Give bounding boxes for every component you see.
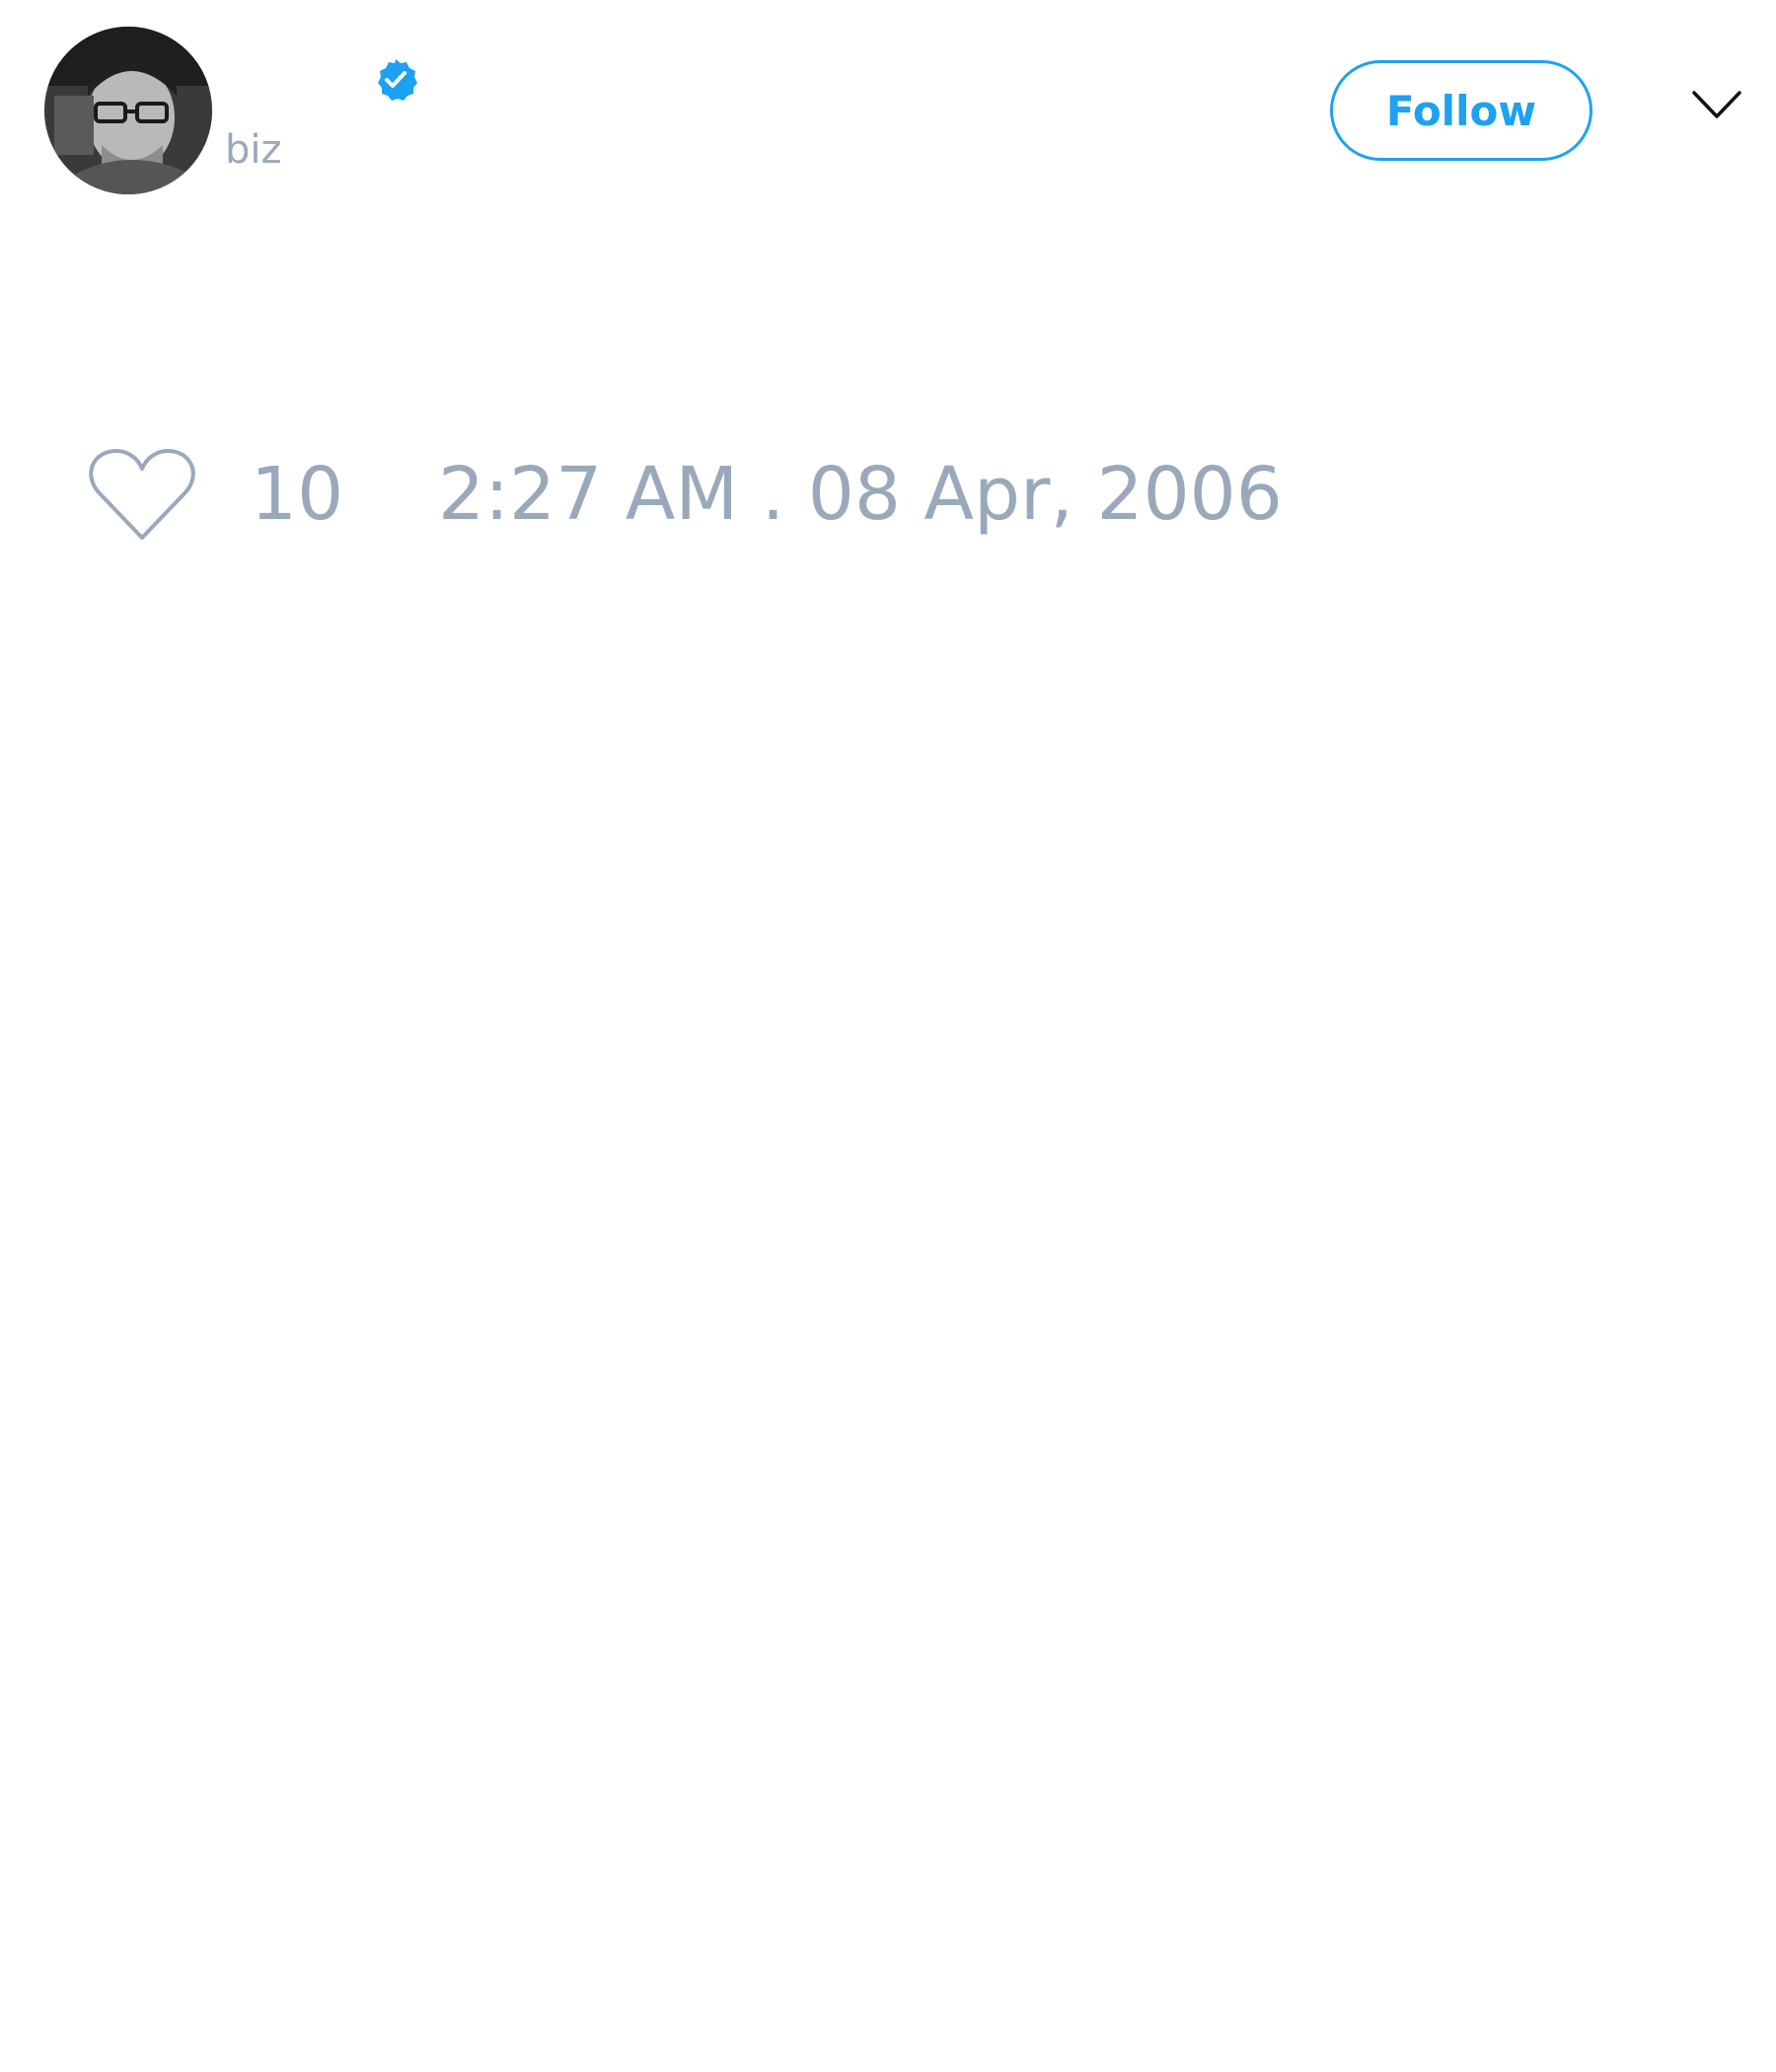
follow-button[interactable]: Follow [1330,60,1592,161]
user-handle[interactable]: biz [225,126,282,174]
like-count: 10 [251,452,344,537]
heart-outline-icon[interactable] [89,447,195,542]
tweet-timestamp[interactable]: 2:27 AM . 08 Apr, 2006 [438,455,1283,534]
tweet-card: biz Follow 10 2:27 AM . 08 Apr, 2006 [0,0,1776,2072]
avatar-image [44,27,212,194]
avatar[interactable] [44,27,212,194]
chevron-down-icon[interactable] [1691,89,1742,120]
verified-badge-icon [373,57,418,103]
